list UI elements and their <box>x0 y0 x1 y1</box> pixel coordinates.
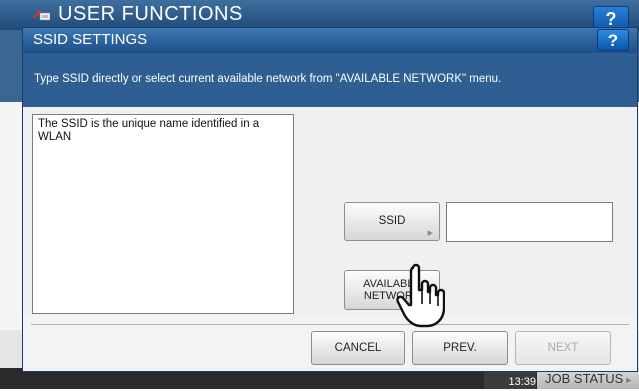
dialog-titlebar: SSID SETTINGS ? <box>23 28 637 53</box>
instruction-text: Type SSID directly or select current ava… <box>34 73 502 85</box>
separator-line <box>31 324 629 325</box>
description-box: The SSID is the unique name identified i… <box>32 114 294 314</box>
user-functions-logo-icon <box>32 10 50 21</box>
help-icon: ? <box>607 31 619 50</box>
dialog-title: SSID SETTINGS <box>33 31 148 48</box>
chevron-right-icon: ▸ <box>626 375 632 386</box>
pointer-hand-icon <box>396 263 445 328</box>
cancel-button[interactable]: CANCEL <box>311 331 405 365</box>
next-button[interactable]: NEXT <box>515 331 611 365</box>
background-title: USER FUNCTIONS <box>58 3 243 25</box>
job-status-label: JOB STATUS <box>545 371 624 386</box>
footer-time: 13:39 <box>508 376 536 388</box>
prev-button[interactable]: PREV. <box>412 331 508 365</box>
ssid-button[interactable]: SSID ▶ <box>344 202 440 241</box>
arrow-right-icon: ▶ <box>427 230 433 237</box>
ssid-button-label: SSID <box>378 215 406 227</box>
ssid-settings-dialog: SSID SETTINGS ? Type SSID directly or se… <box>22 27 638 372</box>
ssid-input[interactable] <box>446 202 613 242</box>
help-button[interactable]: ? <box>597 29 629 51</box>
